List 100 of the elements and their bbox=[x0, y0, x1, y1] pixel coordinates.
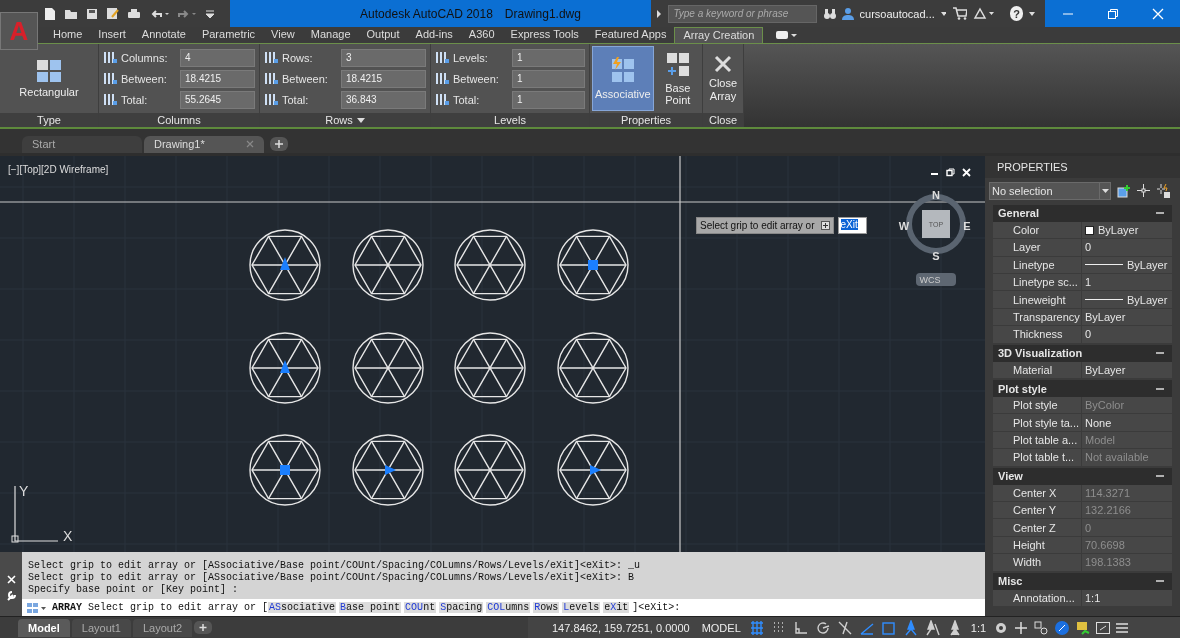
file-tab[interactable]: Start bbox=[22, 135, 142, 153]
ribbon-tab[interactable]: View bbox=[263, 27, 303, 43]
undo-icon[interactable] bbox=[149, 7, 169, 20]
property-value[interactable]: 0 bbox=[1085, 328, 1092, 341]
grip-marker[interactable] bbox=[588, 259, 598, 270]
property-value[interactable]: 1 bbox=[1085, 276, 1092, 289]
ribbon-tab[interactable]: Add-ins bbox=[407, 27, 461, 43]
select-objects-icon[interactable] bbox=[1117, 183, 1131, 198]
layout-tab[interactable]: Layout1 bbox=[71, 618, 131, 637]
new-file-icon[interactable] bbox=[44, 6, 56, 21]
command-option[interactable]: Base point bbox=[339, 602, 402, 614]
command-option[interactable]: COUnt bbox=[404, 602, 437, 614]
value-field[interactable]: 1 bbox=[512, 48, 585, 67]
command-option[interactable]: ASsociative bbox=[268, 602, 337, 614]
ribbon-tab[interactable]: A360 bbox=[460, 27, 503, 43]
wrench-icon[interactable] bbox=[5, 590, 17, 602]
wcs-menu[interactable] bbox=[916, 272, 956, 286]
value-field[interactable]: 1 bbox=[512, 69, 585, 88]
caret-icon[interactable] bbox=[1029, 11, 1035, 16]
section-header[interactable]: Plot style bbox=[993, 380, 1172, 398]
command-option[interactable]: Rows bbox=[533, 602, 560, 614]
caret-icon[interactable] bbox=[356, 117, 365, 123]
grid-toggle-icon[interactable] bbox=[748, 619, 765, 636]
base-point-button[interactable]: Base Point bbox=[655, 46, 700, 112]
gear-icon[interactable] bbox=[994, 620, 1009, 635]
command-option[interactable]: COLumns bbox=[486, 602, 531, 614]
value-field[interactable]: 55.2645 bbox=[180, 90, 255, 109]
ribbon-tab[interactable]: Featured Apps bbox=[586, 27, 675, 43]
value-field[interactable]: 36.843 bbox=[341, 90, 426, 109]
property-value[interactable]: 0 bbox=[1085, 241, 1092, 254]
polar-toggle-icon[interactable] bbox=[814, 619, 831, 636]
property-value[interactable]: ByLayer bbox=[1085, 311, 1126, 324]
command-option[interactable]: Spacing bbox=[439, 602, 484, 614]
panel-toggle-icon[interactable] bbox=[775, 30, 798, 40]
ribbon-tab[interactable]: Manage bbox=[302, 27, 359, 43]
triangle-network-icon[interactable] bbox=[973, 7, 994, 20]
compass-west-label[interactable]: W bbox=[898, 219, 910, 232]
quick-select-icon[interactable] bbox=[1156, 183, 1170, 198]
ribbon-tab[interactable]: Output bbox=[358, 27, 408, 43]
shapes-icon[interactable] bbox=[1034, 620, 1049, 635]
annotation-scale-button[interactable]: 1:1 bbox=[968, 621, 989, 634]
command-option[interactable]: eXit bbox=[603, 602, 630, 614]
value-field[interactable]: 4 bbox=[180, 48, 255, 67]
compass-east-label[interactable]: E bbox=[963, 219, 971, 232]
selection-dropdown[interactable]: No selection bbox=[989, 181, 1111, 200]
property-value[interactable]: ByLayer bbox=[1085, 363, 1126, 376]
expand-options-icon[interactable] bbox=[820, 220, 830, 230]
value-field[interactable]: 3 bbox=[341, 48, 426, 67]
property-value[interactable]: ByLayer bbox=[1127, 258, 1168, 271]
plus-icon[interactable] bbox=[1014, 620, 1029, 635]
binoculars-icon[interactable] bbox=[823, 7, 837, 20]
ribbon-tab[interactable]: Parametric bbox=[193, 27, 264, 43]
property-value[interactable]: ByLayer bbox=[1098, 224, 1139, 237]
section-header[interactable]: General bbox=[993, 204, 1172, 222]
property-value[interactable]: None bbox=[1085, 416, 1112, 429]
value-field[interactable]: 18.4215 bbox=[180, 69, 255, 88]
viewport-controls-label[interactable]: [−][Top][2D Wireframe] bbox=[8, 163, 109, 175]
iso-toggle-icon[interactable] bbox=[836, 619, 853, 636]
file-tab[interactable]: Drawing1* bbox=[144, 135, 264, 153]
compass-south-label[interactable]: S bbox=[932, 249, 940, 262]
ribbon-tab[interactable]: Array Creation bbox=[674, 27, 764, 43]
customize-caret-icon[interactable] bbox=[205, 8, 215, 19]
dynamic-input-field[interactable]: eXit bbox=[837, 216, 867, 234]
circle-gauge-icon[interactable] bbox=[1054, 619, 1071, 636]
grip-marker[interactable] bbox=[385, 464, 396, 475]
grip-marker[interactable] bbox=[280, 359, 290, 373]
redo-icon[interactable] bbox=[177, 7, 197, 20]
value-field[interactable]: 18.4215 bbox=[341, 69, 426, 88]
printer-icon[interactable] bbox=[127, 7, 141, 20]
annotate-toggle-icon[interactable] bbox=[902, 619, 919, 636]
section-header[interactable]: View bbox=[993, 467, 1172, 485]
search-field[interactable]: Type a keyword or phrase bbox=[668, 4, 818, 23]
command-array-icon[interactable] bbox=[26, 601, 48, 614]
menu-icon[interactable] bbox=[1116, 621, 1129, 634]
user-icon[interactable] bbox=[842, 7, 854, 20]
cart-icon[interactable] bbox=[952, 7, 968, 20]
panel-title[interactable]: Levels bbox=[494, 114, 526, 127]
grip-marker[interactable] bbox=[280, 464, 290, 475]
wcs-label[interactable]: WCS bbox=[919, 274, 941, 285]
viewcube-face[interactable] bbox=[922, 209, 950, 238]
section-header[interactable]: 3D Visualization bbox=[993, 344, 1172, 362]
command-option[interactable]: Levels bbox=[562, 602, 601, 614]
save-as-icon[interactable] bbox=[106, 7, 119, 20]
layout-tab[interactable]: Layout2 bbox=[132, 618, 193, 637]
close-array-button[interactable]: Close Array bbox=[704, 50, 742, 107]
ribbon-tab[interactable]: Express Tools bbox=[502, 27, 587, 43]
compass-north-label[interactable]: N bbox=[932, 188, 940, 201]
caret-icon[interactable] bbox=[940, 11, 947, 16]
restore-icon[interactable] bbox=[946, 167, 955, 177]
isolate-objects-icon[interactable] bbox=[1076, 620, 1091, 635]
associative-button[interactable]: Associative bbox=[592, 46, 654, 112]
property-value[interactable]: ByLayer bbox=[1127, 293, 1168, 306]
osnap-toggle-icon[interactable] bbox=[880, 619, 897, 636]
property-value[interactable]: 1:1 bbox=[1085, 591, 1101, 604]
grip-marker[interactable] bbox=[280, 256, 290, 270]
expand-arrow-icon[interactable] bbox=[655, 8, 663, 19]
model-space-button[interactable]: MODEL bbox=[699, 621, 743, 634]
ortho-toggle-icon[interactable] bbox=[792, 619, 809, 636]
coordinates-readout[interactable]: 147.8462, 159.7251, 0.0000 bbox=[552, 621, 690, 634]
layout-tab[interactable]: Model bbox=[18, 618, 70, 637]
